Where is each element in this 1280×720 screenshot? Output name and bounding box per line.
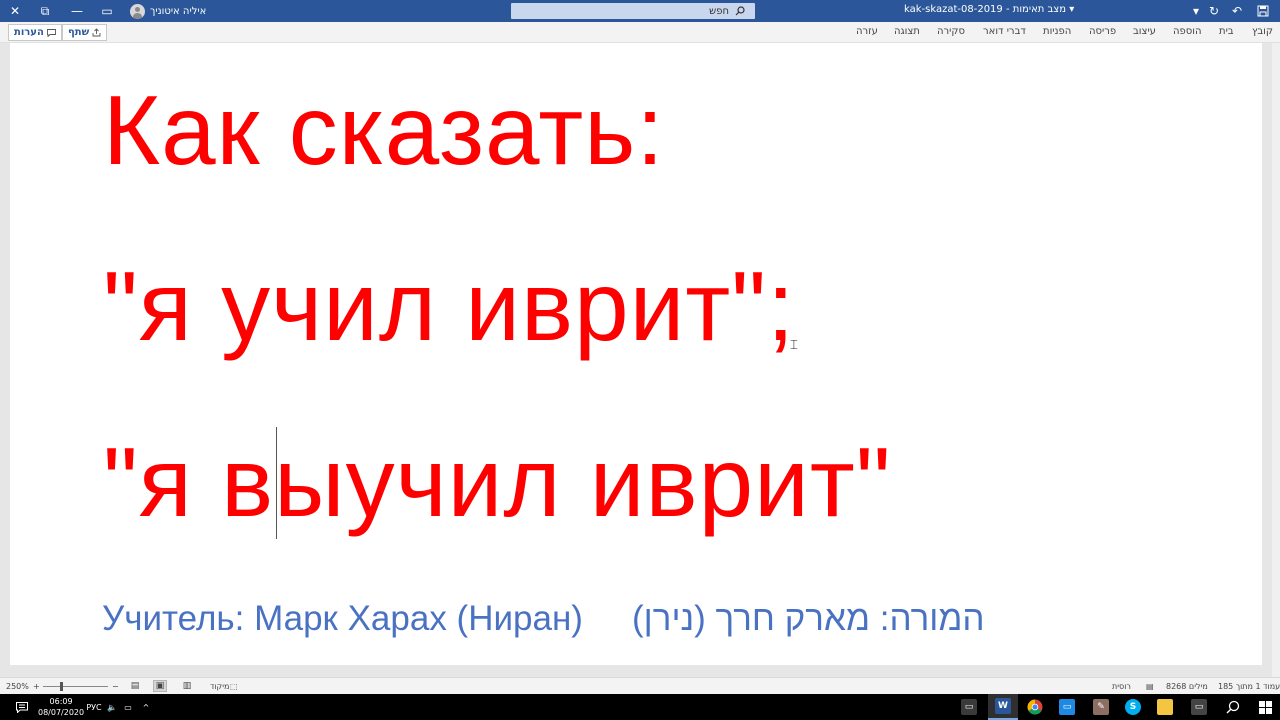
- page-number[interactable]: עמוד 1 מתוך 185: [1218, 682, 1280, 691]
- zoom-slider[interactable]: [43, 686, 108, 687]
- tab-references[interactable]: הפניות: [1043, 26, 1071, 37]
- undo-button[interactable]: ↶: [1228, 2, 1246, 20]
- redo-button[interactable]: ↻: [1206, 2, 1222, 20]
- clock-time: 06:09: [49, 697, 73, 706]
- search-box[interactable]: חפש: [511, 3, 755, 19]
- zoom-out-button[interactable]: +: [33, 682, 40, 691]
- share-label: שתף: [68, 27, 90, 38]
- web-layout-icon: ▤: [130, 681, 140, 691]
- app-paint[interactable]: ✎: [1090, 694, 1112, 720]
- clock-date: 08/07/2020: [38, 708, 85, 717]
- notification-icon: [16, 701, 28, 713]
- read-mode-button[interactable]: ▥: [180, 680, 194, 692]
- input-language[interactable]: РУС: [84, 694, 104, 720]
- minimize-button[interactable]: —: [62, 0, 92, 22]
- tab-review[interactable]: סקירה: [937, 26, 965, 37]
- comments-button[interactable]: הערות: [8, 24, 62, 41]
- user-name: איליה איטוניך: [150, 5, 207, 17]
- app-word[interactable]: W: [988, 694, 1018, 720]
- comments-label: הערות: [14, 27, 44, 38]
- monitor-icon: ▭: [1059, 699, 1075, 715]
- share-button[interactable]: שתף: [62, 24, 108, 41]
- restore-icon: ⧉: [40, 3, 50, 18]
- chevron-down-icon: ▾: [1192, 4, 1200, 18]
- i-beam-pointer-icon: ⌶: [790, 338, 798, 353]
- zoom-level[interactable]: 250%: [6, 682, 29, 691]
- minimize-icon: —: [71, 4, 83, 18]
- tab-layout[interactable]: פריסה: [1089, 26, 1116, 37]
- share-icon: [92, 28, 101, 37]
- text-cursor: [276, 427, 277, 539]
- heading-line-1: Как сказать:: [103, 75, 665, 185]
- word-icon: W: [995, 698, 1011, 714]
- proofing-icon[interactable]: ▤: [1146, 682, 1154, 691]
- tab-design[interactable]: עיצוב: [1133, 26, 1156, 37]
- account-button[interactable]: איליה איטוניך: [130, 3, 206, 19]
- zoom-in-button[interactable]: −: [112, 682, 119, 691]
- network-icon[interactable]: ▭: [121, 694, 135, 720]
- redo-icon: ↻: [1208, 4, 1220, 18]
- tab-insert[interactable]: הוספה: [1173, 26, 1202, 37]
- document-title[interactable]: kak-skazat-08-2019 - מצב תאימות ▾: [904, 4, 1074, 15]
- focus-icon: ⬚: [230, 682, 238, 691]
- volume-icon[interactable]: 🔈: [106, 694, 118, 720]
- read-mode-icon: ▥: [182, 681, 192, 691]
- language-indicator[interactable]: רוסית: [1112, 682, 1131, 691]
- skype-icon: S: [1125, 699, 1141, 715]
- document-page[interactable]: Как сказать: "я учил иврит"; "я выучил и…: [10, 43, 1262, 665]
- search-placeholder: חפש: [709, 5, 729, 17]
- paint-icon: ✎: [1093, 699, 1109, 715]
- notifications-button[interactable]: [12, 694, 32, 720]
- save-button[interactable]: [1254, 2, 1272, 20]
- zoom-slider-thumb[interactable]: [60, 682, 63, 691]
- start-button[interactable]: [1254, 694, 1276, 720]
- app-skype[interactable]: S: [1122, 694, 1144, 720]
- chrome-icon: [1027, 699, 1043, 715]
- search-icon: [735, 6, 745, 16]
- chevron-up-icon[interactable]: ^: [139, 694, 153, 720]
- app-chrome[interactable]: [1024, 694, 1046, 720]
- heading-line-2: "я учил иврит";: [103, 251, 796, 361]
- teacher-hebrew: המורה: מארק חרך (נירן): [632, 599, 985, 638]
- vertical-scrollbar[interactable]: [1272, 43, 1280, 677]
- close-icon: ✕: [9, 4, 21, 18]
- teacher-russian: Учитель: Марк Харах (Ниран): [102, 599, 583, 638]
- comment-icon: [46, 28, 56, 37]
- task-view-icon: ▭: [1191, 699, 1207, 715]
- word-count[interactable]: 8268 מילים: [1166, 682, 1208, 691]
- document-area: Как сказать: "я учил иврит"; "я выучил и…: [0, 43, 1280, 677]
- web-layout-button[interactable]: ▤: [128, 680, 142, 692]
- clock[interactable]: 06:09 08/07/2020: [38, 696, 84, 718]
- app-capture[interactable]: ▭: [958, 694, 980, 720]
- print-layout-icon: ▣: [155, 681, 165, 691]
- folder-icon: [1157, 699, 1173, 715]
- tab-file[interactable]: קובץ: [1252, 26, 1273, 37]
- ribbon-display-icon: ▭: [101, 4, 113, 18]
- close-button[interactable]: ✕: [0, 0, 30, 22]
- customize-qat-button[interactable]: ▾: [1188, 2, 1204, 20]
- focus-button[interactable]: מיקוד: [210, 682, 229, 691]
- title-bar: ✕ ⧉ — ▭ איליה איטוניך חפש kak-skazat-08-…: [0, 0, 1280, 22]
- save-icon: [1257, 5, 1269, 17]
- tab-view[interactable]: תצוגה: [894, 26, 920, 37]
- app-explorer[interactable]: [1154, 694, 1176, 720]
- tab-home[interactable]: בית: [1219, 26, 1234, 37]
- ribbon-display-options-button[interactable]: ▭: [92, 0, 122, 22]
- search-taskbar-button[interactable]: [1222, 694, 1244, 720]
- windows-icon: [1258, 700, 1272, 714]
- capture-icon: ▭: [961, 699, 977, 715]
- heading-line-3: "я выучил иврит": [103, 427, 892, 537]
- tab-help[interactable]: עזרה: [856, 26, 878, 37]
- status-bar: 250% + − ▤ ▣ ▥ מיקוד ⬚ רוסית ▤ 8268 מילי…: [0, 677, 1280, 694]
- avatar: [130, 3, 145, 19]
- taskbar: 06:09 08/07/2020 РУС 🔈 ▭ ^ ▭ W ▭ ✎ S ▭: [0, 694, 1280, 720]
- search-icon: [1226, 700, 1240, 714]
- app-monitor[interactable]: ▭: [1056, 694, 1078, 720]
- ribbon-tabs: הערות שתף קובץ בית הוספה עיצוב פריסה הפנ…: [0, 22, 1280, 43]
- task-view-button[interactable]: ▭: [1188, 694, 1210, 720]
- print-layout-button[interactable]: ▣: [153, 680, 167, 692]
- undo-icon: ↶: [1231, 4, 1243, 18]
- restore-button[interactable]: ⧉: [30, 0, 60, 22]
- tab-mailings[interactable]: דברי דואר: [983, 26, 1026, 37]
